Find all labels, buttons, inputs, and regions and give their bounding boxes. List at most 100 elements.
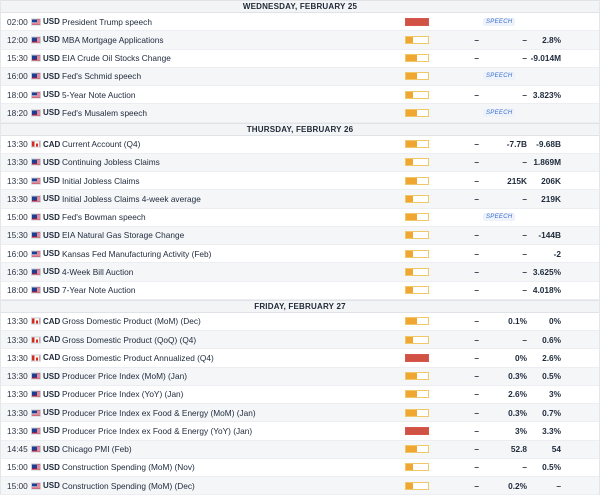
event-row[interactable]: 13:30 CAD Current Account (Q4) – -7.7B -9.68B (1, 136, 599, 154)
currency-code: USD (43, 108, 60, 118)
event-row[interactable]: 18:00 USD 7-Year Note Auction – –4.018% (1, 282, 599, 300)
event-name[interactable]: EIA Natural Gas Storage Change (62, 227, 397, 244)
event-name[interactable]: Producer Price Index ex Food & Energy (Y… (62, 422, 397, 439)
event-name[interactable]: MBA Mortgage Applications (62, 31, 397, 48)
canada-flag-icon (31, 140, 41, 148)
event-row[interactable]: 02:00 USD President Trump speech SPEECH (1, 13, 599, 32)
event-row[interactable]: 12:00 USD MBA Mortgage Applications – – 2.8% (1, 31, 599, 50)
event-row[interactable]: 13:30 USD Producer Price Index ex Food & E… (1, 422, 599, 441)
us-flag-icon (31, 250, 41, 258)
previous-value: 0.6% (542, 334, 561, 345)
event-name[interactable]: Producer Price Index ex Food & Energy (M… (62, 404, 397, 421)
us-flag-icon (31, 482, 41, 490)
event-name[interactable]: Producer Price Index (YoY) (Jan) (62, 386, 397, 403)
impact-indicator (405, 108, 429, 117)
event-row[interactable]: 15:00 USD Construction Spending (MoM) (Dec… (1, 477, 599, 495)
us-flag-icon (31, 109, 41, 117)
event-name[interactable]: Continuing Jobless Claims (62, 154, 397, 171)
speech-badge: SPEECH (483, 72, 516, 81)
event-row[interactable]: 13:30 USD Producer Price Index ex Food & E… (1, 404, 599, 423)
previous-value: 0.5% (542, 462, 561, 473)
impact-level-fill (406, 464, 414, 471)
actual-value: – (474, 407, 479, 418)
previous-value: 1.869M (533, 157, 561, 168)
event-name[interactable]: EIA Crude Oil Stocks Change (62, 50, 397, 67)
event-name[interactable]: Fed's Musalem speech (62, 104, 397, 121)
forecast-value: -7.7B (506, 139, 527, 150)
event-row[interactable]: 13:30 CAD Gross Domestic Product (QoQ) (Q4… (1, 331, 599, 350)
actual-value: – (474, 230, 479, 241)
actual-value: – (474, 444, 479, 455)
us-flag-icon (31, 463, 41, 471)
event-name[interactable]: 7-Year Note Auction (62, 282, 397, 299)
event-row[interactable]: 14:45 USD Chicago PMI (Feb) – 52.8 54 (1, 440, 599, 459)
currency-code: USD (43, 444, 60, 454)
forecast-value: 2.6% (508, 389, 527, 400)
event-name[interactable]: 4-Week Bill Auction (62, 263, 397, 280)
impact-indicator (405, 140, 429, 149)
event-time: 13:30 (7, 139, 28, 150)
previous-value: 3% (549, 389, 561, 400)
event-time: 13:30 (7, 389, 28, 400)
forecast-value: – (522, 34, 527, 45)
event-time: 13:30 (7, 316, 28, 327)
event-row[interactable]: 16:00 USD Kansas Fed Manufacturing Activit… (1, 245, 599, 264)
previous-value: 2.8% (542, 34, 561, 45)
impact-indicator (405, 426, 429, 435)
us-flag-icon (31, 36, 41, 44)
event-time: 12:00 (7, 34, 28, 45)
event-time: 14:45 (7, 444, 28, 455)
event-name[interactable]: Producer Price Index (MoM) (Jan) (62, 368, 397, 385)
us-flag-icon (31, 372, 41, 380)
event-name[interactable]: Kansas Fed Manufacturing Activity (Feb) (62, 245, 397, 262)
event-row[interactable]: 13:30 USD Initial Jobless Claims – 215K 206K (1, 172, 599, 191)
event-row[interactable]: 13:30 CAD Gross Domestic Product (MoM) (De… (1, 313, 599, 331)
currency-code: USD (43, 176, 60, 186)
actual-value: – (474, 371, 479, 382)
event-name[interactable]: Gross Domestic Product Annualized (Q4) (62, 349, 397, 366)
impact-indicator (405, 158, 429, 167)
currency-code: USD (43, 194, 60, 204)
event-name[interactable]: Fed's Bowman speech (62, 209, 397, 226)
event-name[interactable]: Current Account (Q4) (62, 136, 397, 153)
event-name[interactable]: President Trump speech (62, 13, 397, 30)
event-row[interactable]: 15:30 USD EIA Crude Oil Stocks Change – – -9.… (1, 50, 599, 68)
event-name[interactable]: Initial Jobless Claims 4-week average (62, 190, 397, 207)
event-name[interactable]: Initial Jobless Claims (62, 172, 397, 189)
forecast-value: 0.3% (508, 407, 527, 418)
event-name[interactable]: Chicago PMI (Feb) (62, 441, 397, 458)
impact-indicator (405, 231, 429, 240)
impact-indicator (405, 90, 429, 99)
currency-code: USD (43, 481, 60, 491)
impact-level-fill (406, 73, 417, 80)
currency-code: USD (43, 53, 60, 63)
event-row[interactable]: 13:30 USD Producer Price Index (YoY) (Jan)… (1, 386, 599, 404)
event-name[interactable]: 5-Year Note Auction (62, 86, 397, 103)
event-name[interactable]: Gross Domestic Product (QoQ) (Q4) (62, 331, 397, 348)
event-name[interactable]: Gross Domestic Product (MoM) (Dec) (62, 313, 397, 330)
event-name[interactable]: Construction Spending (MoM) (Dec) (62, 477, 397, 494)
event-row[interactable]: 15:00 USD Fed's Bowman speech SPEECH (1, 209, 599, 227)
impact-indicator (405, 72, 429, 81)
event-row[interactable]: 18:20 USD Fed's Musalem speech SPEECH (1, 104, 599, 123)
event-row[interactable]: 13:30 USD Continuing Jobless Claims – –1.869… (1, 153, 599, 172)
impact-indicator (405, 445, 429, 454)
us-flag-icon (31, 91, 41, 99)
event-time: 13:30 (7, 352, 28, 363)
event-row[interactable]: 13:30 USD Initial Jobless Claims 4-week av… (1, 190, 599, 209)
impact-level-fill (406, 427, 428, 434)
event-row[interactable]: 18:00 USD 5-Year Note Auction – –3.823% (1, 86, 599, 105)
event-row[interactable]: 15:00 USD Construction Spending (MoM) (Nov… (1, 459, 599, 477)
event-row[interactable]: 13:30 CAD Gross Domestic Product Annualize… (1, 349, 599, 368)
event-row[interactable]: 15:30 USD EIA Natural Gas Storage Change – –… (1, 226, 599, 245)
actual-value: – (474, 462, 479, 473)
event-row[interactable]: 13:30 USD Producer Price Index (MoM) (Jan)… (1, 367, 599, 386)
event-row[interactable]: 16:00 USD Fed's Schmid speech SPEECH (1, 67, 599, 86)
event-name[interactable]: Fed's Schmid speech (62, 68, 397, 85)
event-time: 13:30 (7, 371, 28, 382)
impact-indicator (405, 176, 429, 185)
event-name[interactable]: Construction Spending (MoM) (Nov) (62, 459, 397, 476)
event-row[interactable]: 16:30 USD 4-Week Bill Auction – –3.625% (1, 263, 599, 282)
event-time: 02:00 (7, 16, 28, 27)
impact-level-fill (406, 36, 414, 43)
